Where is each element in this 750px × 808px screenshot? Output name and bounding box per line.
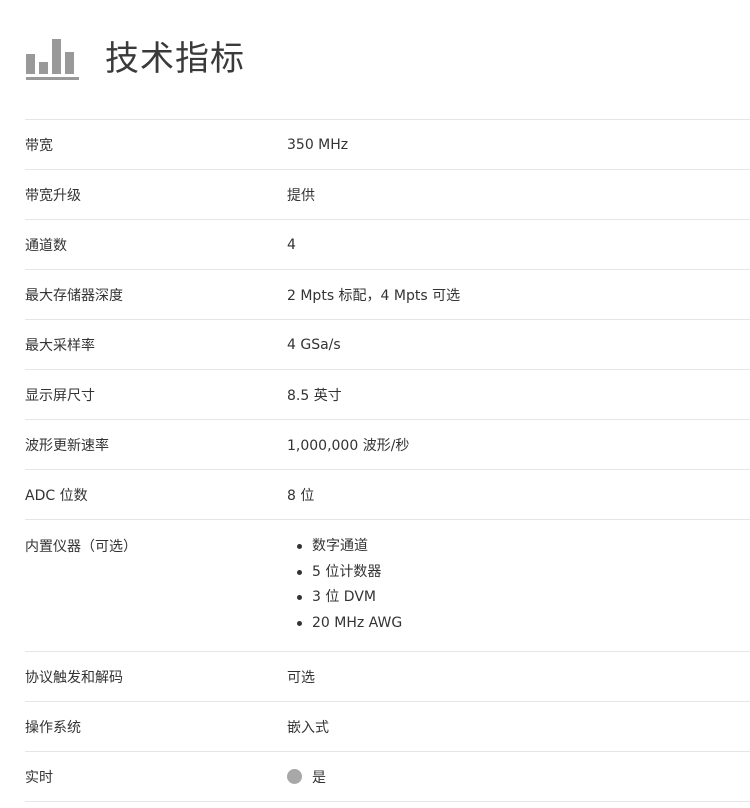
spec-value: 可选 <box>287 669 315 686</box>
bullet-icon <box>297 544 302 549</box>
spec-value: 数字通道 5 位计数器 3 位 DVM 20 MHz AWG <box>287 520 402 638</box>
spec-row-sample-rate: 最大采样率 4 GSa/s <box>25 320 750 370</box>
spec-row-channels: 通道数 4 <box>25 220 750 270</box>
bullet-icon <box>297 595 302 600</box>
spec-row-os: 操作系统 嵌入式 <box>25 702 750 752</box>
bullet-icon <box>297 620 302 626</box>
spec-label: 最大存储器深度 <box>25 287 123 304</box>
spec-value: 嵌入式 <box>287 719 329 736</box>
bullet-icon <box>297 569 302 575</box>
list-item-text: 20 MHz AWG <box>312 614 403 631</box>
list-item-text: 3 位 DVM <box>312 589 376 605</box>
spec-value: 350 MHz <box>287 136 349 153</box>
status-dot-icon <box>287 769 302 784</box>
realtime-value: 是 <box>312 769 326 786</box>
spec-label: 协议触发和解码 <box>25 669 123 686</box>
list-item: 20 MHz AWG <box>297 613 402 639</box>
spec-label: 实时 <box>25 769 53 786</box>
spec-label: 通道数 <box>25 237 67 254</box>
spec-value: 4 <box>287 236 296 253</box>
spec-row-bandwidth-upgrade: 带宽升级 提供 <box>25 170 750 220</box>
spec-label: 波形更新速率 <box>25 437 109 454</box>
instrument-list: 数字通道 5 位计数器 3 位 DVM 20 MHz AWG <box>287 536 402 638</box>
spec-label: 内置仪器（可选） <box>25 539 137 555</box>
spec-label: 带宽升级 <box>25 187 81 204</box>
spec-value: 提供 <box>287 187 315 204</box>
list-item: 数字通道 <box>297 536 402 562</box>
spec-table: 带宽 350 MHz 带宽升级 提供 通道数 4 最大存储器深度 2 Mpts … <box>25 119 750 802</box>
spec-value: 2 Mpts 标配，4 Mpts 可选 <box>287 287 461 304</box>
spec-label: 操作系统 <box>25 719 81 736</box>
spec-label: ADC 位数 <box>25 487 88 504</box>
spec-label: 带宽 <box>25 137 53 154</box>
spec-value: 8 位 <box>287 487 315 504</box>
spec-value: 4 GSa/s <box>287 336 341 353</box>
spec-row-bandwidth: 带宽 350 MHz <box>25 120 750 170</box>
list-item: 3 位 DVM <box>297 587 402 613</box>
spec-row-realtime: 实时 是 <box>25 752 750 802</box>
page-header: 技术指标 <box>25 34 245 84</box>
spec-row-protocol-decode: 协议触发和解码 可选 <box>25 652 750 702</box>
spec-label: 最大采样率 <box>25 337 95 354</box>
list-item-text: 5 位计数器 <box>312 563 382 580</box>
spec-value: 1,000,000 波形/秒 <box>287 437 410 454</box>
list-item: 5 位计数器 <box>297 562 402 588</box>
spec-value: 是 <box>287 767 326 787</box>
page-title: 技术指标 <box>105 39 245 79</box>
spec-row-memory-depth: 最大存储器深度 2 Mpts 标配，4 Mpts 可选 <box>25 270 750 320</box>
spec-row-adc-bits: ADC 位数 8 位 <box>25 470 750 520</box>
bar-chart-icon <box>26 39 79 80</box>
spec-row-update-rate: 波形更新速率 1,000,000 波形/秒 <box>25 420 750 470</box>
spec-label: 显示屏尺寸 <box>25 387 95 404</box>
spec-row-display-size: 显示屏尺寸 8.5 英寸 <box>25 370 750 420</box>
list-item-text: 数字通道 <box>312 538 368 554</box>
spec-value: 8.5 英寸 <box>287 387 342 404</box>
spec-page: 技术指标 带宽 350 MHz 带宽升级 提供 通道数 4 最大存储器深度 2 … <box>0 0 750 808</box>
spec-row-instruments: 内置仪器（可选） 数字通道 5 位计数器 3 位 DVM 20 MHz AWG <box>25 520 750 652</box>
